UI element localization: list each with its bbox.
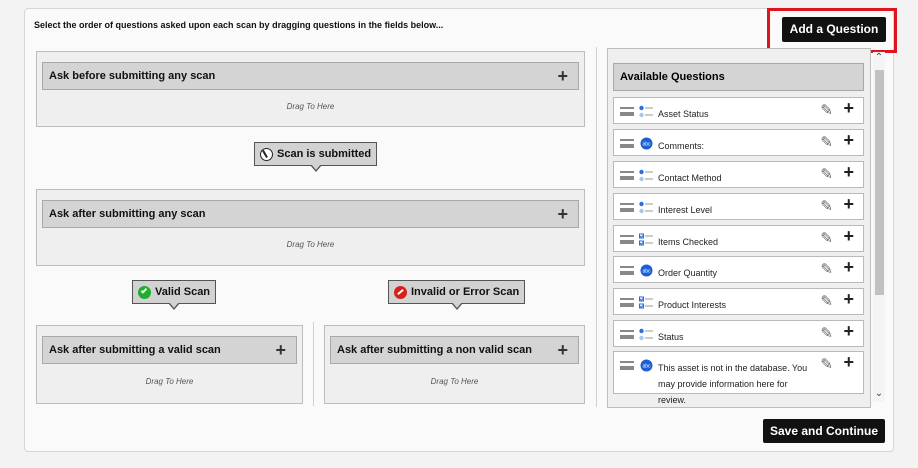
valid-scan-header: Ask after submitting a valid scan + [42,336,297,364]
drag-to-here-text: Drag To Here [286,102,335,111]
add-question-plus-icon[interactable]: + [843,162,854,183]
drag-handle-icon[interactable] [620,266,634,275]
invalid-scan-label: Invalid or Error Scan [411,286,520,298]
edit-pencil-icon[interactable]: ✎ [820,260,833,278]
svg-text:abc: abc [642,364,651,370]
edit-pencil-icon[interactable]: ✎ [820,165,833,183]
list-radio-icon [639,169,653,182]
scroll-up-icon[interactable]: ⌃ [873,52,885,63]
after-scan-header: Ask after submitting any scan + [42,200,579,228]
add-after-scan-plus-icon[interactable]: + [557,201,568,227]
question-label: Product Interests [658,300,727,310]
drag-to-here-text: Drag To Here [430,377,479,386]
list-radio-icon [639,328,653,341]
drag-handle-icon[interactable] [620,235,634,244]
scan-submitted-callout: Scan is submitted [254,142,378,172]
question-label: Status [658,332,684,342]
edit-pencil-icon[interactable]: ✎ [820,355,833,373]
text-bubble-icon: abc [640,359,653,372]
question-label: Interest Level [658,205,713,215]
question-item[interactable]: Contact Method ✎ + [613,161,864,188]
edit-pencil-icon[interactable]: ✎ [820,101,833,119]
list-radio-icon [639,201,653,214]
drag-to-here-text: Drag To Here [286,240,335,249]
question-item[interactable]: abc This asset is not in the database. Yo… [613,351,864,405]
list-checkbox-icon [639,296,653,309]
add-question-button[interactable]: Add a Question [782,17,886,42]
question-label: Contact Method [658,173,722,183]
drag-handle-icon[interactable] [620,139,634,148]
scrollbar-thumb[interactable] [875,70,884,295]
edit-pencil-icon[interactable]: ✎ [820,197,833,215]
question-item[interactable]: Items Checked ✎ + [613,225,864,252]
add-question-plus-icon[interactable]: + [843,352,854,373]
invalid-scan-title: Ask after submitting a non valid scan [337,344,532,356]
add-question-plus-icon[interactable]: + [843,130,854,151]
question-label: Items Checked [658,237,719,247]
question-item[interactable]: abc Comments: ✎ + [613,129,864,156]
before-scan-title: Ask before submitting any scan [49,70,216,82]
invalid-scan-header: Ask after submitting a non valid scan + [330,336,579,364]
add-question-plus-icon[interactable]: + [843,194,854,215]
invalid-scan-dropzone[interactable]: Ask after submitting a non valid scan + … [324,325,585,404]
add-before-scan-plus-icon[interactable]: + [557,63,568,89]
drag-handle-icon[interactable] [620,107,634,116]
add-question-plus-icon[interactable]: + [843,257,854,278]
add-invalid-scan-plus-icon[interactable]: + [557,337,568,363]
error-circle-icon [394,285,407,299]
column-divider [313,322,314,406]
add-question-plus-icon[interactable]: + [843,226,854,247]
add-question-plus-icon[interactable]: + [843,321,854,342]
question-item[interactable]: Asset Status ✎ + [613,97,864,124]
list-radio-icon [639,105,653,118]
drag-handle-icon[interactable] [620,298,634,307]
add-question-plus-icon[interactable]: + [843,289,854,310]
edit-pencil-icon[interactable]: ✎ [820,229,833,247]
edit-pencil-icon[interactable]: ✎ [820,133,833,151]
text-bubble-icon: abc [640,137,653,150]
drag-handle-icon[interactable] [620,171,634,180]
scan-submitted-label: Scan is submitted [277,148,372,160]
valid-scan-title: Ask after submitting a valid scan [49,344,221,356]
drag-handle-icon[interactable] [620,203,634,212]
add-valid-scan-plus-icon[interactable]: + [275,337,286,363]
question-label: Asset Status [658,109,709,119]
question-item[interactable]: Product Interests ✎ + [613,288,864,315]
available-questions-panel: Available Questions Asset Status ✎ + abc Com… [607,48,871,408]
check-circle-icon [138,285,151,299]
instructions-text: Select the order of questions asked upon… [34,20,444,30]
before-scan-dropzone[interactable]: Ask before submitting any scan + Drag To… [36,51,585,127]
question-label: Comments: [658,141,705,151]
question-item[interactable]: abc Order Quantity ✎ + [613,256,864,283]
edit-pencil-icon[interactable]: ✎ [820,292,833,310]
drag-handle-icon[interactable] [620,330,634,339]
list-checkbox-icon [639,233,653,246]
text-bubble-icon: abc [640,264,653,277]
valid-scan-callout: Valid Scan [132,280,217,310]
svg-text:abc: abc [642,142,651,148]
question-label: This asset is not in the database. You m… [658,363,808,405]
after-scan-dropzone[interactable]: Ask after submitting any scan + Drag To … [36,189,585,266]
question-label: Order Quantity [658,268,718,278]
edit-pencil-icon[interactable]: ✎ [820,324,833,342]
scan-gun-icon [260,147,273,161]
panel-divider [596,47,597,407]
questions-scrollbar[interactable]: ⌃ ⌄ [873,52,885,402]
drag-to-here-text: Drag To Here [145,377,194,386]
svg-text:abc: abc [642,269,651,275]
after-scan-title: Ask after submitting any scan [49,208,206,220]
before-scan-header: Ask before submitting any scan + [42,62,579,90]
question-item[interactable]: Status ✎ + [613,320,864,347]
save-and-continue-button[interactable]: Save and Continue [763,419,885,443]
add-question-plus-icon[interactable]: + [843,98,854,119]
scroll-down-icon[interactable]: ⌄ [873,388,885,399]
drag-handle-icon[interactable] [620,361,634,370]
available-questions-title: Available Questions [613,63,864,91]
question-item[interactable]: Interest Level ✎ + [613,193,864,220]
invalid-scan-callout: Invalid or Error Scan [388,280,526,310]
valid-scan-label: Valid Scan [155,286,211,298]
valid-scan-dropzone[interactable]: Ask after submitting a valid scan + Drag… [36,325,303,404]
